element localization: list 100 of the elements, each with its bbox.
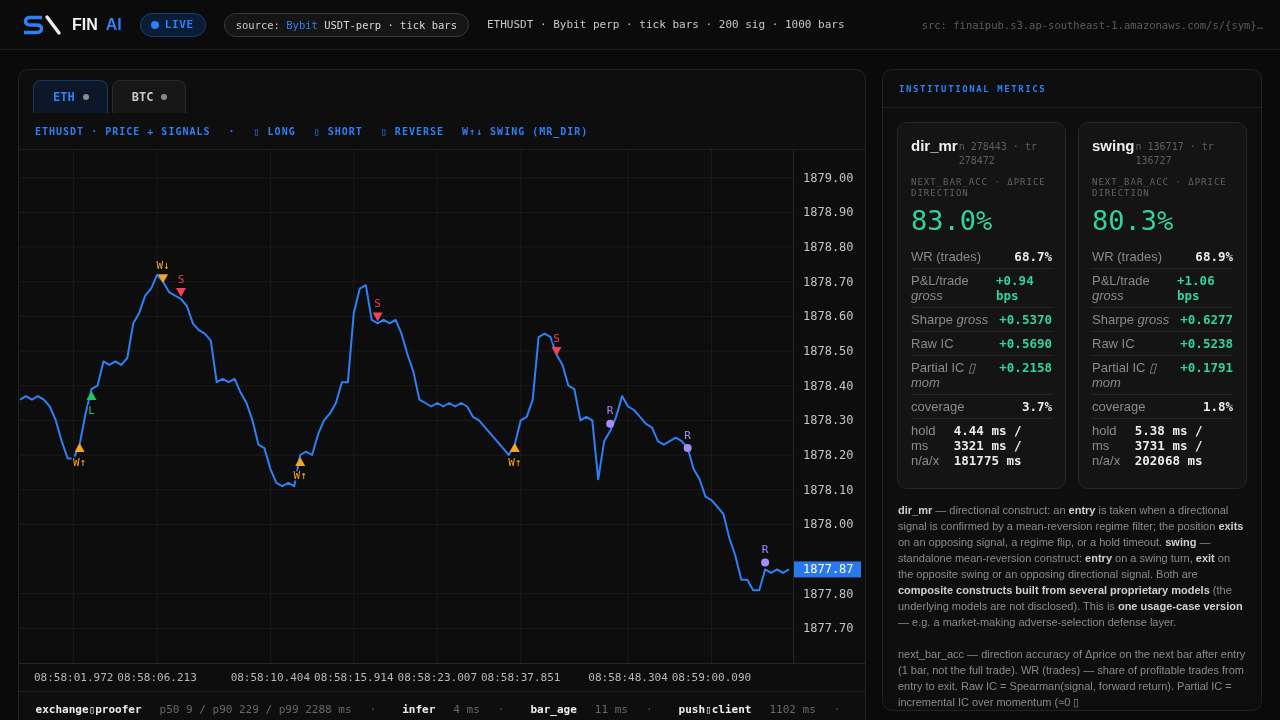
- time-axis-label: 08:58:37.851: [481, 670, 561, 684]
- latency-value: 1102 ms: [769, 703, 816, 717]
- latency-value: p50 9 / p90 229 / p99 2288 ms: [159, 703, 352, 717]
- metric-label: Raw IC: [1092, 336, 1135, 351]
- metric-value: 1.8%: [1202, 399, 1233, 414]
- time-axis-label: 08:58:48.304: [588, 670, 668, 684]
- metric-value: +0.5238: [1180, 336, 1233, 351]
- price-axis-label: 1878.50: [803, 344, 854, 359]
- metric-value: 68.9%: [1195, 249, 1233, 264]
- price-axis-label: 1878.80: [803, 240, 854, 255]
- metric-label: Partial IC ▯ mom: [911, 360, 977, 390]
- symbol-tab[interactable]: ETH: [33, 80, 108, 113]
- legend-item: ▯ LONG: [253, 125, 296, 137]
- latency-separator: ·: [833, 703, 841, 717]
- metric-label: coverage: [911, 399, 965, 414]
- chart-title: ETHUSDT · PRICE + SIGNALS: [35, 125, 211, 137]
- time-axis-label: 08:59:00.090: [671, 670, 752, 684]
- latency-name: infer: [402, 703, 436, 717]
- latency-value: 4 ms: [453, 703, 480, 717]
- price-axis-label: 1878.40: [803, 378, 854, 393]
- time-axis-label: 08:58:01.972: [33, 670, 114, 684]
- signal-label: R: [606, 404, 614, 418]
- metric-value: +0.5370: [999, 312, 1052, 327]
- price-axis-label: 1878.70: [803, 274, 854, 289]
- latency-separator: ·: [645, 703, 653, 717]
- metric-headline: 83.0%: [911, 205, 994, 237]
- metric-caption: NEXT_BAR_ACC · ΔPRICE DIRECTION: [1092, 177, 1228, 199]
- metric-value: 4.44 ms / 3321 ms / 181775 ms: [953, 423, 1023, 468]
- card-meta: n 278443 · tr 278472: [958, 140, 1038, 168]
- card-title: swing: [1092, 136, 1135, 156]
- price-axis-label: 1878.30: [803, 413, 854, 428]
- metric-label: P&L/trade gross: [911, 273, 970, 303]
- metric-caption: NEXT_BAR_ACC · ΔPRICE DIRECTION: [911, 177, 1047, 199]
- status-dot-icon: [161, 94, 168, 100]
- latency-name: exchange▯proofer: [35, 703, 142, 717]
- metric-label: P&L/trade gross: [1092, 273, 1151, 303]
- time-axis-label: 08:58:06.213: [117, 670, 197, 684]
- legend-item: ▯ REVERSE: [380, 125, 444, 137]
- legend-item: W↑↓ SWING (MR_DIR): [462, 125, 589, 137]
- card-title: dir_mr: [911, 136, 958, 156]
- signal-label: S: [374, 296, 381, 310]
- last-price-label: 1877.87: [794, 561, 861, 578]
- time-axis-label: 08:58:10.404: [230, 670, 311, 684]
- price-axis-label: 1878.20: [803, 448, 854, 463]
- metric-label: WR (trades): [1092, 249, 1163, 264]
- live-label: LIVE: [164, 18, 194, 31]
- description-text: dir_mr — directional construct: an entry is taken when a directional signal is confirmed by a mean-reversion regime filter; the position exits on an opposing signal, a regime flip, or a hold timeout. swing — standalone mean-reversion construct: entry on a swing turn, exit on the opposite swing or an opposing directional signal. Both are composite constructs built from several proprietary models (the underlying models are not disclosed). This is one usage-case version — e.g. a market-making adverse-selection defense layer.: [898, 503, 1245, 630]
- signal-label: W↓: [156, 258, 170, 272]
- price-axis-label: 1879.00: [803, 170, 854, 185]
- latency-name: bar_age: [530, 703, 577, 717]
- metric-label: Sharpe gross: [1092, 312, 1170, 327]
- price-axis-label: 1877.70: [803, 621, 854, 636]
- metric-label: Raw IC: [911, 336, 954, 351]
- brand-name: FIN: [72, 15, 98, 34]
- metric-label: hold ms n/a/x: [911, 423, 941, 468]
- card-meta: n 136717 · tr 136727: [1135, 140, 1215, 168]
- latency-name: push▯client: [678, 703, 752, 717]
- metric-label: Sharpe gross: [911, 312, 989, 327]
- metric-label: hold ms n/a/x: [1092, 423, 1122, 468]
- legend-item: ▯ SHORT: [313, 125, 363, 137]
- price-axis-label: 1878.10: [803, 482, 854, 497]
- metric-headline: 80.3%: [1092, 205, 1175, 237]
- signal-label: S: [553, 331, 560, 345]
- metric-value: 3.7%: [1021, 399, 1052, 414]
- signal-label: W↑: [73, 455, 87, 469]
- latency-value: 11 ms: [594, 703, 628, 717]
- description-text: next_bar_acc — direction accuracy of Δprice on the next bar after entry (1 bar, not the full trade). WR (trades) — share of profitable trades from entry to exit. Raw IC = Spearman(signal, forward return). Partial IC = incremental IC over momentum (≈0 ▯: [898, 647, 1246, 710]
- status-dot-icon: [150, 20, 159, 29]
- logo-icon: [22, 13, 62, 36]
- symbol-tab[interactable]: BTC: [111, 80, 187, 113]
- latency-separator: ·: [369, 703, 377, 717]
- signal-label: W↑: [508, 455, 522, 469]
- signal-label: L: [88, 403, 95, 417]
- metric-label: Partial IC ▯ mom: [1092, 360, 1158, 390]
- metric-value: 5.38 ms / 3731 ms / 202068 ms: [1134, 423, 1204, 468]
- metric-value: +0.5690: [999, 336, 1052, 351]
- panel-title: INSTITUTIONAL METRICS: [899, 83, 1047, 94]
- brand-accent: AI: [105, 15, 122, 34]
- time-axis-label: 08:58:15.914: [314, 670, 394, 684]
- legend-separator: ·: [228, 125, 236, 137]
- time-axis-label: 08:58:23.007: [397, 670, 478, 684]
- status-dot-icon: [82, 94, 89, 100]
- metric-value: 68.7%: [1014, 249, 1052, 264]
- metric-value: +0.2158: [999, 360, 1052, 375]
- price-axis-label: 1878.00: [803, 517, 854, 532]
- metric-value: +0.94 bps: [996, 273, 1035, 303]
- price-axis-label: 1878.90: [803, 205, 854, 220]
- metric-value: +1.06 bps: [1177, 273, 1216, 303]
- metric-label: WR (trades): [911, 249, 982, 264]
- signal-label: S: [177, 272, 185, 286]
- latency-separator: ·: [497, 703, 505, 717]
- metric-value: +0.1791: [1180, 360, 1233, 375]
- signal-label: R: [684, 428, 691, 442]
- source-badge: source: Bybit USDT-perp · tick bars: [223, 12, 469, 37]
- metric-label: coverage: [1092, 399, 1146, 414]
- metric-value: +0.6277: [1180, 312, 1233, 327]
- signal-label: R: [761, 543, 769, 556]
- source-url: src: finaipub.s3.ap-southeast-1.amazonaws.com/s/{sym}…: [921, 18, 1263, 31]
- price-axis-label: 1878.60: [803, 309, 854, 324]
- price-axis-label: 1877.80: [803, 586, 854, 601]
